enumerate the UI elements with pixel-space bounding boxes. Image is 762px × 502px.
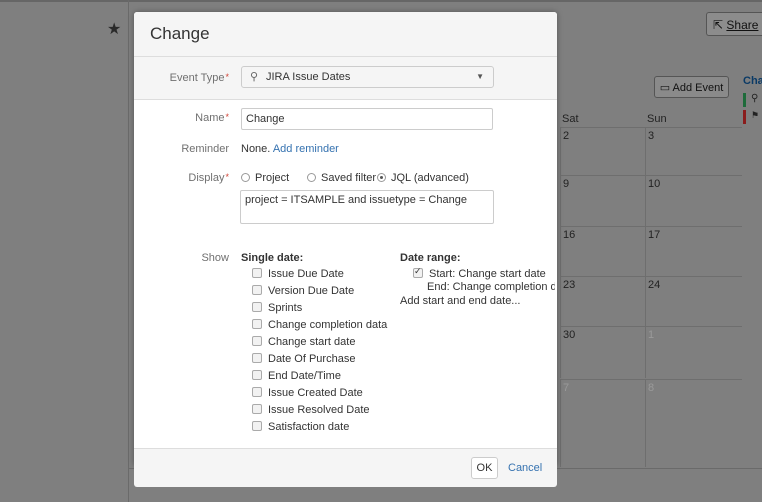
single-date-option[interactable]: Sprints <box>252 302 302 314</box>
checkbox-icon <box>252 336 262 346</box>
checkbox-icon <box>252 387 262 397</box>
share-icon: ⇱ <box>713 18 724 32</box>
calendar-day[interactable]: 16 <box>560 226 645 278</box>
star-icon[interactable]: ★ <box>107 19 121 39</box>
display-label: Display* <box>188 172 229 184</box>
single-date-heading: Single date: <box>241 252 304 264</box>
reminder-label: Reminder <box>181 143 229 155</box>
radio-icon <box>307 173 316 182</box>
add-event-label: Add Event <box>672 82 724 94</box>
single-date-option[interactable]: End Date/Time <box>252 370 341 382</box>
top-bar <box>0 0 762 2</box>
single-date-option[interactable]: Satisfaction date <box>252 421 349 433</box>
jira-dates-icon: ⚲ <box>250 71 259 83</box>
name-input[interactable] <box>241 108 493 130</box>
chevron-down-icon: ▼ <box>476 72 484 81</box>
calendar-header-sun: Sun <box>647 113 667 125</box>
calendar-day[interactable]: 24 <box>645 276 742 328</box>
name-label: Name* <box>195 112 229 124</box>
display-radio-project[interactable]: Project <box>241 172 289 184</box>
calendar-day[interactable]: 23 <box>560 276 645 328</box>
share-label: Share <box>726 18 759 32</box>
flag-icon: ⚑ <box>751 110 760 120</box>
display-radio-saved-filter[interactable]: Saved filter <box>307 172 376 184</box>
calendar-color-green <box>743 93 746 107</box>
checkbox-icon <box>252 421 262 431</box>
radio-selected-icon <box>377 173 386 182</box>
event-type-select[interactable]: ⚲ JIRA Issue Dates ▼ <box>241 66 494 88</box>
cancel-link[interactable]: Cancel <box>508 462 542 474</box>
single-date-option[interactable]: Change completion data <box>252 319 387 331</box>
single-date-option[interactable]: Date Of Purchase <box>252 353 355 365</box>
checkbox-icon <box>252 353 262 363</box>
date-range-option[interactable]: Start: Change start date <box>413 266 546 280</box>
add-start-end-date-link[interactable]: Add start and end date... <box>400 295 520 307</box>
change-calendar-dialog: Change Event Type* ⚲ JIRA Issue Dates ▼ N… <box>134 12 557 487</box>
single-date-option[interactable]: Issue Due Date <box>252 268 344 280</box>
dialog-title: Change <box>150 24 210 43</box>
calendar-day[interactable]: 8 <box>645 379 742 467</box>
calendar-day[interactable]: 7 <box>560 379 645 467</box>
checkbox-icon <box>252 404 262 414</box>
calendar-day[interactable]: 9 <box>560 175 645 227</box>
sidebar-divider <box>128 0 129 502</box>
dialog-header: Change <box>134 12 557 57</box>
checkbox-icon <box>252 370 262 380</box>
ok-button[interactable]: OK <box>471 457 498 479</box>
calendar-day[interactable]: 3 <box>645 127 742 179</box>
event-type-value: JIRA Issue Dates <box>266 71 351 83</box>
single-date-option[interactable]: Issue Resolved Date <box>252 404 370 416</box>
calendar-day[interactable]: 2 <box>560 127 645 179</box>
checkbox-icon <box>252 319 262 329</box>
checkbox-checked-icon <box>413 266 423 278</box>
checkbox-icon <box>252 302 262 312</box>
calendar-plus-icon: ▭ <box>659 82 671 94</box>
show-label: Show <box>201 252 229 264</box>
single-date-option[interactable]: Change start date <box>252 336 355 348</box>
jql-textarea[interactable]: project = ITSAMPLE and issuetype = Chang… <box>240 190 494 224</box>
reminder-value: None. Add reminder <box>241 143 339 155</box>
checkbox-icon <box>252 285 262 295</box>
radio-icon <box>241 173 250 182</box>
display-radio-jql[interactable]: JQL (advanced) <box>377 172 469 184</box>
calendar-day[interactable]: 17 <box>645 226 742 278</box>
calendar-header-sat: Sat <box>562 113 579 125</box>
share-button[interactable]: ⇱ Share <box>706 12 762 36</box>
add-reminder-link[interactable]: Add reminder <box>273 143 339 155</box>
calendar-day[interactable]: 1 <box>645 326 742 378</box>
event-type-label: Event Type* <box>169 72 229 84</box>
side-calendar-title[interactable]: Cha <box>743 75 762 87</box>
calendar-color-red <box>743 110 746 124</box>
checkbox-icon <box>252 268 262 278</box>
calendar-day[interactable]: 10 <box>645 175 742 227</box>
add-event-button[interactable]: ▭ Add Event <box>654 76 729 98</box>
calendar-day[interactable]: 30 <box>560 326 645 378</box>
date-range-heading: Date range: <box>400 252 461 264</box>
date-range-end: End: Change completion data <box>427 281 555 293</box>
single-date-option[interactable]: Version Due Date <box>252 285 354 297</box>
single-date-option[interactable]: Issue Created Date <box>252 387 363 399</box>
jira-dates-icon: ⚲ <box>751 93 759 104</box>
